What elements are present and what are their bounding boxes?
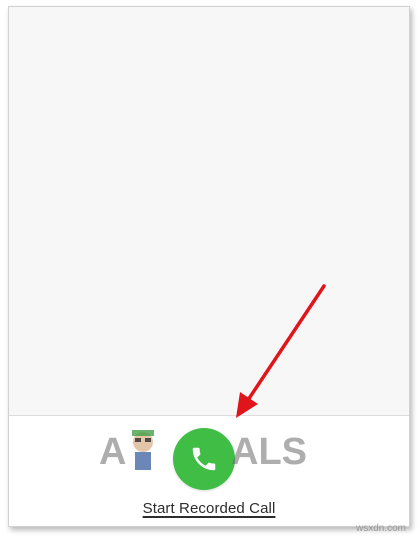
phone-icon [192,447,216,471]
start-call-button[interactable] [173,428,235,490]
start-recorded-call-link[interactable]: Start Recorded Call [9,500,409,517]
content-area [9,7,409,415]
bottom-bar: Start Recorded Call [9,415,409,526]
site-watermark: wsxdn.com [355,523,406,534]
app-screen: Start Recorded Call [8,6,410,527]
